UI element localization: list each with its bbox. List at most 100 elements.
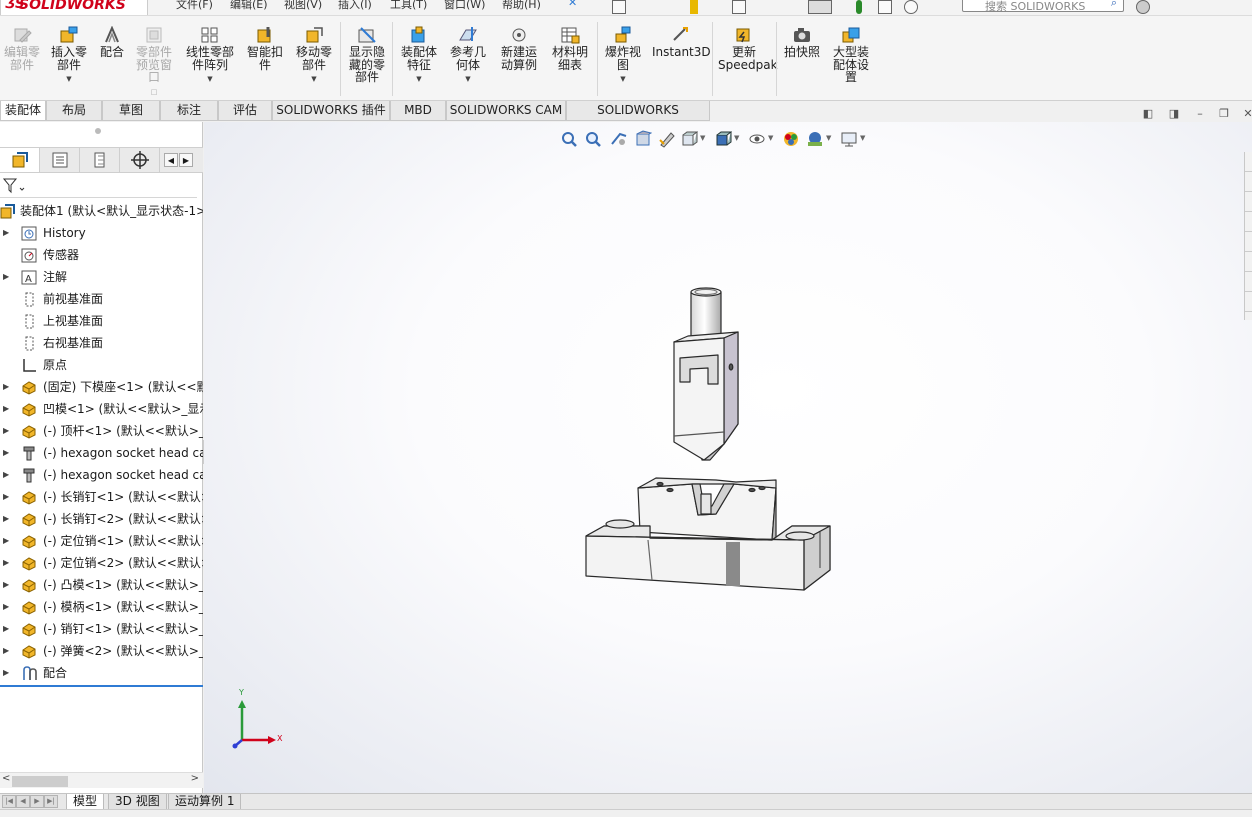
tree-horizontal-scrollbar[interactable]: < > xyxy=(0,772,203,788)
tree-item[interactable]: ▶(-) 顶杆<1> (默认<<默认>_显示状态 1>) xyxy=(0,420,203,442)
move-component-button[interactable]: 移动零部件 ▼ xyxy=(290,26,338,86)
expand-arrow-icon[interactable]: ▶ xyxy=(3,618,9,640)
menu-edit[interactable]: 编辑(E) xyxy=(230,0,268,12)
expand-arrow-icon[interactable]: ▶ xyxy=(3,464,9,486)
chevron-left-icon[interactable]: ◀ xyxy=(164,153,178,167)
options-gear-icon[interactable] xyxy=(904,0,918,14)
minimize-icon[interactable]: – xyxy=(1194,108,1206,120)
task-pane-home-icon[interactable] xyxy=(1245,152,1252,172)
chevron-down-icon[interactable]: ▼ xyxy=(600,73,646,86)
tab-sketch[interactable]: 草图 xyxy=(102,101,160,121)
panel-split-handle[interactable] xyxy=(95,128,101,134)
linear-pattern-button[interactable]: 线性零部件阵列 ▼ xyxy=(180,26,240,86)
expand-arrow-icon[interactable]: ▶ xyxy=(3,640,9,662)
tree-item[interactable]: ▶(-) 定位销<2> (默认<<默认>_显示状态 1>) xyxy=(0,552,203,574)
tab-solidworks-cam[interactable]: SOLIDWORKS CAM xyxy=(446,101,566,121)
tab-solidworks-inspection[interactable]: SOLIDWORKS Inspection xyxy=(566,101,710,136)
chevron-right-icon[interactable]: ▶ xyxy=(179,153,193,167)
menu-view[interactable]: 视图(V) xyxy=(284,0,322,12)
new-motion-study-button[interactable]: 新建运动算例 xyxy=(496,26,542,71)
graphics-area[interactable]: ▼ ▼ ▼ ▼ ▼ Y X xyxy=(204,122,1252,793)
take-snapshot-button[interactable]: 拍快照 xyxy=(780,26,824,59)
expand-arrow-icon[interactable]: ▶ xyxy=(3,420,9,442)
tree-item[interactable]: ▶(-) hexagon socket head cap screw xyxy=(0,464,203,486)
scroll-right-icon[interactable]: > xyxy=(191,773,199,784)
next-tab-icon[interactable]: ▶ xyxy=(30,795,44,808)
scroll-left-icon[interactable]: < xyxy=(2,773,10,784)
solidworks-logo[interactable]: ƷS SOLIDWORKS xyxy=(0,0,148,15)
tree-item[interactable]: ▶(-) 模柄<1> (默认<<默认>_显示状态 1>) xyxy=(0,596,203,618)
exploded-view-button[interactable]: 爆炸视图 ▼ xyxy=(600,26,646,86)
expand-arrow-icon[interactable]: ▶ xyxy=(3,486,9,508)
smart-fasteners-button[interactable]: 智能扣件 xyxy=(244,26,286,71)
file-properties-icon[interactable] xyxy=(878,0,892,14)
bill-of-materials-button[interactable]: 材料明细表 xyxy=(546,26,594,71)
tab-model[interactable]: 模型 xyxy=(66,794,105,810)
print-icon[interactable] xyxy=(732,0,746,14)
tree-item[interactable]: ▶(-) 长销钉<2> (默认<<默认>_显示状态 1>) xyxy=(0,508,203,530)
chevron-down-icon[interactable]: ▼ xyxy=(46,73,92,86)
last-tab-icon[interactable]: ▶| xyxy=(44,795,58,808)
task-pane-custom-properties-icon[interactable] xyxy=(1245,272,1252,292)
scrollbar-thumb[interactable] xyxy=(12,776,68,787)
select-arrow-icon[interactable] xyxy=(808,0,832,14)
tree-item[interactable]: ▶(-) 凸模<1> (默认<<默认>_显示状态 1>) xyxy=(0,574,203,596)
tab-markup[interactable]: 标注 xyxy=(160,101,218,121)
task-pane-view-palette-icon[interactable] xyxy=(1245,232,1252,252)
expand-arrow-icon[interactable]: ▶ xyxy=(3,662,9,684)
search-input[interactable]: 搜索 SOLIDWORKS ⌕ xyxy=(962,0,1124,13)
tab-mbd[interactable]: MBD xyxy=(390,101,446,121)
tree-item[interactable]: ▶ 配合 xyxy=(0,662,203,684)
menu-insert[interactable]: 插入(I) xyxy=(338,0,372,12)
show-hidden-components-button[interactable]: 显示隐藏的零部件 xyxy=(344,26,390,84)
tree-item[interactable]: 右视基准面 xyxy=(0,332,203,354)
pin-icon[interactable]: ✕ xyxy=(568,0,577,9)
expand-arrow-icon[interactable]: ▶ xyxy=(3,266,9,288)
assembly-3d-model[interactable] xyxy=(204,122,1252,793)
tree-item[interactable]: ▶(-) 弹簧<2> (默认<<默认>_显示状态 1>) xyxy=(0,640,203,662)
expand-arrow-icon[interactable]: ▶ xyxy=(3,552,9,574)
tab-property-manager[interactable] xyxy=(40,148,80,172)
collapse-right-icon[interactable]: ◨ xyxy=(1168,108,1180,120)
task-pane-file-explorer-icon[interactable] xyxy=(1245,212,1252,232)
first-tab-icon[interactable]: |◀ xyxy=(2,795,16,808)
menu-help[interactable]: 帮助(H) xyxy=(502,0,541,12)
tab-evaluate[interactable]: 评估 xyxy=(218,101,272,121)
expand-arrow-icon[interactable]: ▶ xyxy=(3,508,9,530)
expand-arrow-icon[interactable]: ▶ xyxy=(3,442,9,464)
tab-assembly[interactable]: 装配体 xyxy=(0,101,46,121)
tree-item[interactable]: 原点 xyxy=(0,354,203,376)
tree-item[interactable]: ▶ History xyxy=(0,222,203,244)
tab-3d-view[interactable]: 3D 视图 xyxy=(108,794,167,810)
chevron-down-icon[interactable]: ▼ xyxy=(396,73,442,86)
task-pane-forum-icon[interactable] xyxy=(1245,292,1252,312)
tree-filter-bar[interactable] xyxy=(0,174,197,198)
task-pane-design-library-icon[interactable] xyxy=(1245,192,1252,212)
instant3d-button[interactable]: Instant3D xyxy=(652,26,711,59)
filter-funnel-icon[interactable] xyxy=(2,178,25,194)
tree-item[interactable]: ▶(固定) 下模座<1> (默认<<默认>_显示状态 1>) xyxy=(0,376,203,398)
insert-components-button[interactable]: 插入零部件 ▼ xyxy=(46,26,92,86)
expand-arrow-icon[interactable]: ▶ xyxy=(3,398,9,420)
expand-arrow-icon[interactable]: ▶ xyxy=(3,376,9,398)
tree-item[interactable]: 前视基准面 xyxy=(0,288,203,310)
expand-arrow-icon[interactable]: ▶ xyxy=(3,222,9,244)
tree-item[interactable]: ▶凹模<1> (默认<<默认>_显示状态 1>) xyxy=(0,398,203,420)
tab-feature-tree[interactable] xyxy=(0,148,40,172)
tab-layout[interactable]: 布局 xyxy=(46,101,102,121)
tree-root-assembly[interactable]: 装配体1 (默认<默认_显示状态-1>) xyxy=(0,200,203,222)
tree-item[interactable]: 传感器 xyxy=(0,244,203,266)
punch-body[interactable] xyxy=(673,331,739,461)
chevron-down-icon[interactable]: ▼ xyxy=(444,73,492,86)
rebuild-icon[interactable] xyxy=(856,0,862,14)
tree-item[interactable]: ▶(-) 长销钉<1> (默认<<默认>_显示状态 1>) xyxy=(0,486,203,508)
die-block[interactable] xyxy=(637,477,777,541)
menu-tools[interactable]: 工具(T) xyxy=(390,0,427,12)
tree-item[interactable]: ▶(-) 定位销<1> (默认<<默认>_显示状态 1>) xyxy=(0,530,203,552)
tree-item[interactable]: ▶ A 注解 xyxy=(0,266,203,288)
component-preview-button[interactable]: 零部件预览窗口 □ xyxy=(132,26,176,98)
new-document-icon[interactable] xyxy=(612,0,626,14)
mate-button[interactable]: 配合 xyxy=(96,25,128,59)
large-assembly-settings-button[interactable]: 大型装配体设置 xyxy=(828,26,874,84)
task-pane-appearances-icon[interactable] xyxy=(1245,252,1252,272)
